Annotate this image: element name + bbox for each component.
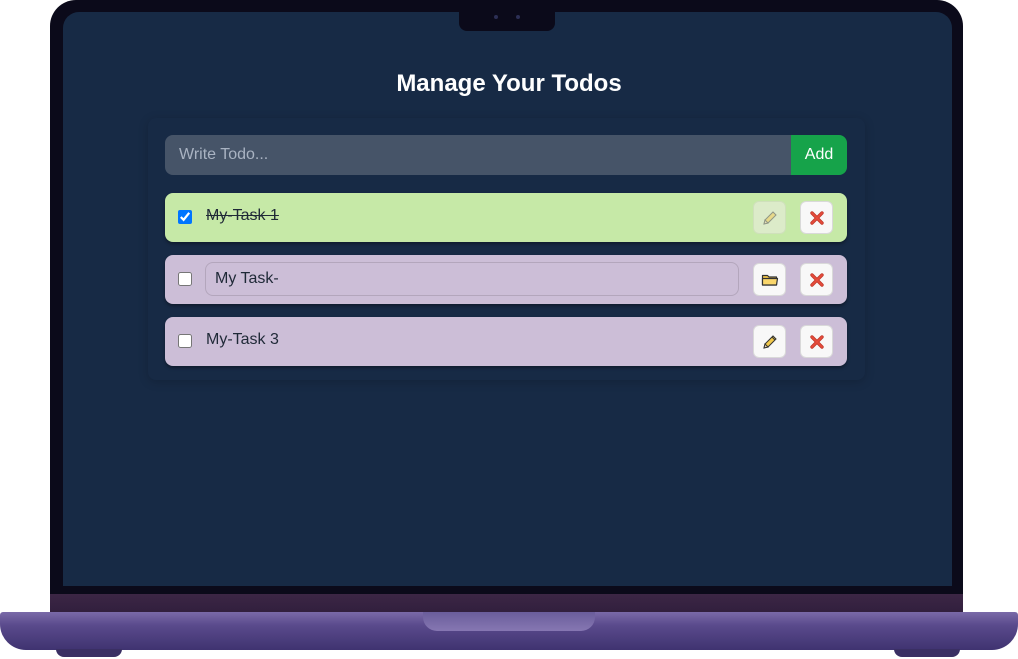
- add-todo-form: Add: [165, 135, 847, 175]
- cross-mark-icon: [809, 210, 825, 226]
- cross-mark-icon: [809, 334, 825, 350]
- delete-button[interactable]: [800, 325, 833, 358]
- folder-icon: [761, 272, 779, 288]
- todo-item: My-Task 3: [165, 317, 847, 366]
- todo-item: My-Task 1: [165, 193, 847, 242]
- laptop-foot-right: [894, 649, 960, 657]
- laptop-foot-left: [56, 649, 122, 657]
- delete-button[interactable]: [800, 201, 833, 234]
- add-button[interactable]: Add: [791, 135, 847, 175]
- todo-complete-checkbox[interactable]: [178, 334, 192, 348]
- todo-edit-input[interactable]: My Task-: [205, 262, 739, 296]
- sensor-dot: [516, 15, 520, 19]
- save-button[interactable]: [753, 263, 786, 296]
- delete-button[interactable]: [800, 263, 833, 296]
- todo-complete-checkbox[interactable]: [178, 272, 192, 286]
- cross-mark-icon: [809, 272, 825, 288]
- camera-dot: [494, 15, 498, 19]
- pencil-icon: [761, 209, 779, 227]
- todo-complete-checkbox[interactable]: [178, 210, 192, 224]
- todo-input[interactable]: [165, 135, 791, 175]
- laptop-base-notch: [423, 612, 595, 631]
- pencil-icon: [761, 333, 779, 351]
- page-title: Manage Your Todos: [396, 70, 622, 97]
- todo-text: My-Task 3: [206, 331, 279, 348]
- edit-button[interactable]: [753, 201, 786, 234]
- todo-item: My Task-: [165, 255, 847, 304]
- todo-text: My-Task 1: [206, 207, 279, 224]
- camera-notch: [459, 0, 555, 31]
- edit-button[interactable]: [753, 325, 786, 358]
